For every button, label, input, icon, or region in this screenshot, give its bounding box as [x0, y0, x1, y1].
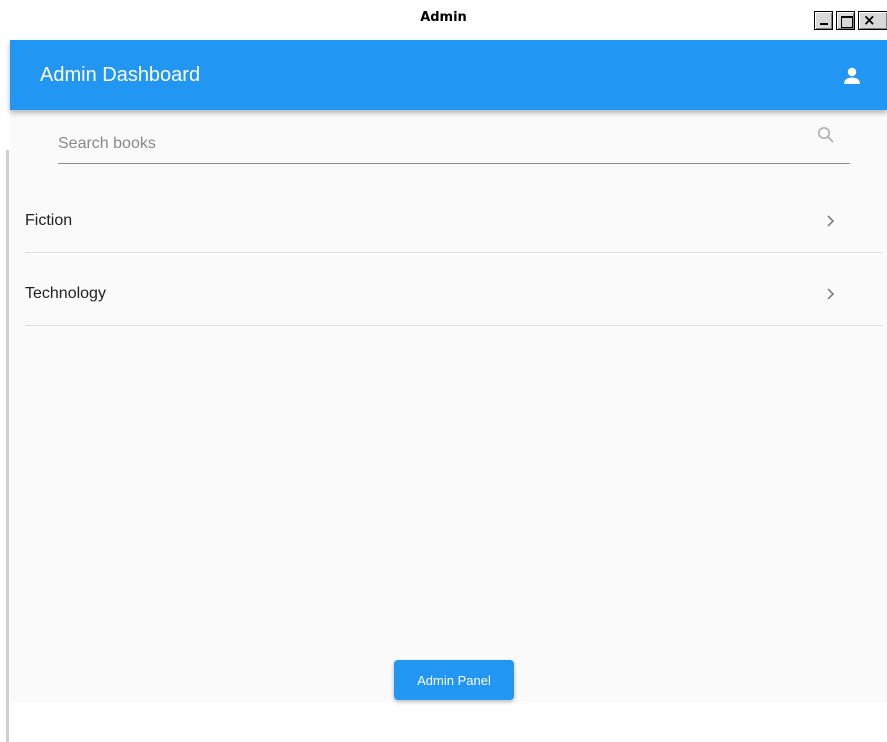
search-icon[interactable]	[816, 125, 836, 145]
search-input[interactable]	[58, 132, 798, 156]
app-content: Admin Dashboard Fiction Technology	[10, 40, 887, 702]
list-item-fiction[interactable]: Fiction	[25, 180, 883, 253]
close-icon[interactable]: ×	[858, 11, 887, 30]
app-window: Admin × Admin Dashboard Fiction	[0, 0, 887, 742]
app-bar: Admin Dashboard	[10, 40, 887, 110]
list-item-label: Fiction	[25, 212, 73, 229]
page-title: Admin Dashboard	[40, 64, 201, 86]
list-item-technology[interactable]: Technology	[25, 253, 883, 326]
window-left-edge	[0, 40, 10, 742]
search-field	[58, 120, 850, 164]
admin-panel-button[interactable]: Admin Panel	[394, 660, 514, 700]
window-title: Admin	[420, 10, 467, 25]
category-list: Fiction Technology	[25, 180, 883, 326]
chevron-right-icon	[827, 288, 835, 300]
window-border	[6, 150, 9, 742]
chevron-right-icon	[827, 215, 835, 227]
maximize-icon[interactable]	[836, 11, 855, 30]
list-item-label: Technology	[25, 285, 106, 302]
window-titlebar[interactable]: Admin ×	[0, 0, 887, 40]
minimize-icon[interactable]	[814, 11, 833, 30]
account-icon[interactable]	[842, 66, 862, 86]
